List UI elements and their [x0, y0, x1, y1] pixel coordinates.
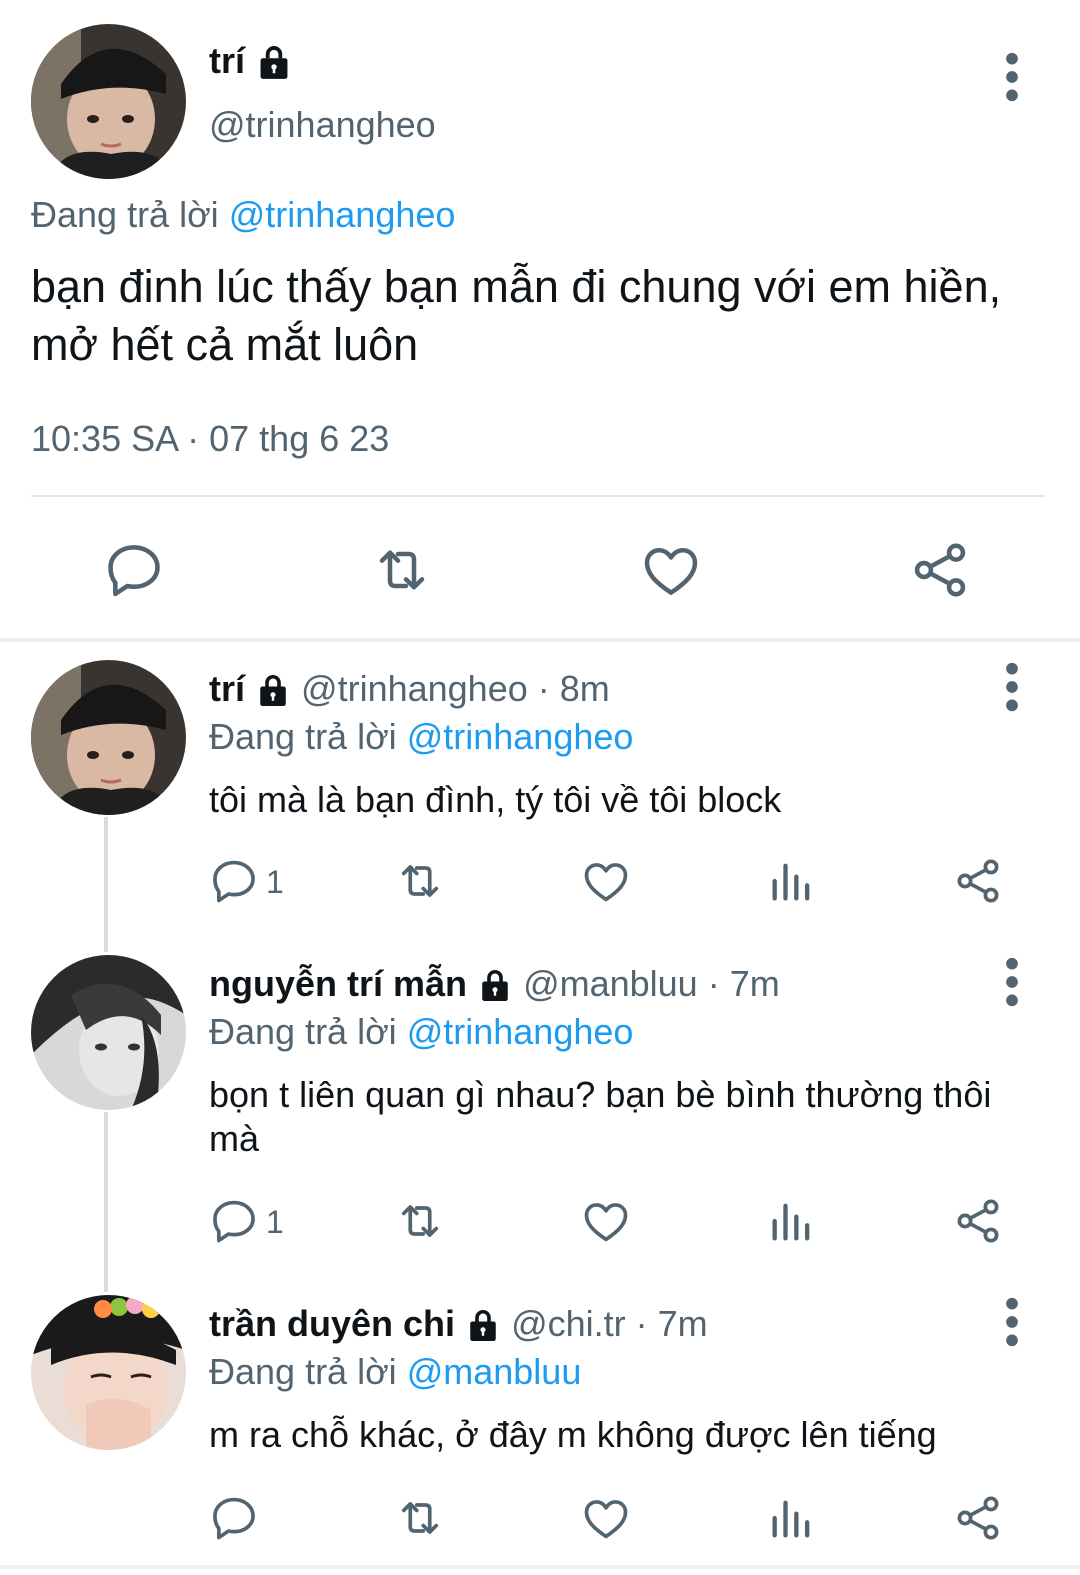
share-icon[interactable]	[908, 538, 972, 602]
lock-icon	[477, 968, 513, 1004]
more-options-icon[interactable]	[992, 52, 1032, 102]
avatar[interactable]	[31, 660, 186, 815]
replying-to: Đang trả lời @trinhangheo	[31, 194, 455, 236]
avatar[interactable]	[31, 24, 186, 179]
avatar[interactable]	[31, 1295, 186, 1450]
more-options-icon[interactable]	[992, 662, 1032, 712]
section-divider	[0, 1565, 1080, 1569]
reply-header: trí @trinhangheo · 8m	[209, 668, 610, 710]
reply-header: nguyễn trí mẫn @manbluu · 7m	[209, 963, 780, 1005]
like-icon[interactable]	[580, 855, 632, 907]
reply-header: trần duyên chi @chi.tr · 7m	[209, 1303, 708, 1345]
views-icon[interactable]	[766, 1195, 818, 1247]
avatar-photo	[31, 955, 186, 1110]
replying-label: Đang trả lời	[209, 1011, 397, 1052]
avatar[interactable]	[31, 955, 186, 1110]
reply-text: bọn t liên quan gì nhau? bạn bè bình thư…	[209, 1074, 992, 1159]
reply-count: 1	[266, 1204, 284, 1240]
thread-line	[104, 1112, 108, 1292]
avatar-photo	[31, 1295, 186, 1450]
share-icon[interactable]	[952, 1195, 1004, 1247]
reply-icon[interactable]	[208, 855, 260, 907]
views-icon[interactable]	[766, 1492, 818, 1544]
username-time[interactable]: @chi.tr · 7m	[511, 1303, 708, 1344]
reply-count: 1	[266, 864, 284, 900]
username-time[interactable]: @trinhangheo · 8m	[301, 668, 610, 709]
replying-label: Đang trả lời	[31, 194, 219, 235]
like-icon[interactable]	[580, 1195, 632, 1247]
tweet-timestamp[interactable]: 10:35 SA · 07 thg 6 23	[31, 418, 389, 460]
replying-to: Đang trả lời @manbluu	[209, 1351, 581, 1393]
replying-to-link[interactable]: @trinhangheo	[407, 1011, 634, 1052]
reply-text: m ra chỗ khác, ở đây m không được lên ti…	[209, 1414, 937, 1455]
avatar-photo	[31, 660, 186, 815]
retweet-icon[interactable]	[394, 855, 446, 907]
more-options-icon[interactable]	[992, 1297, 1032, 1347]
display-name-text: trí	[209, 40, 245, 81]
views-icon[interactable]	[766, 855, 818, 907]
tweet-text: bạn đinh lúc thấy bạn mẫn đi chung với e…	[31, 261, 1002, 370]
divider	[31, 495, 1045, 497]
replying-to-link[interactable]: @trinhangheo	[229, 194, 456, 235]
retweet-icon[interactable]	[370, 538, 434, 602]
display-name[interactable]: trí	[209, 668, 245, 709]
share-icon[interactable]	[952, 855, 1004, 907]
like-icon[interactable]	[580, 1492, 632, 1544]
avatar-photo	[31, 24, 186, 179]
reply-icon[interactable]	[102, 538, 166, 602]
reply-text: tôi mà là bạn đình, tý tôi về tôi block	[209, 779, 782, 820]
retweet-icon[interactable]	[394, 1492, 446, 1544]
retweet-icon[interactable]	[394, 1195, 446, 1247]
username-time[interactable]: @manbluu · 7m	[523, 963, 780, 1004]
display-name[interactable]: nguyễn trí mẫn	[209, 963, 467, 1004]
reply-icon[interactable]	[208, 1492, 260, 1544]
replying-label: Đang trả lời	[209, 1351, 397, 1392]
section-divider	[0, 638, 1080, 642]
lock-icon	[255, 44, 293, 82]
share-icon[interactable]	[952, 1492, 1004, 1544]
replying-to: Đang trả lời @trinhangheo	[209, 716, 633, 758]
reply-icon[interactable]	[208, 1195, 260, 1247]
replying-to-link[interactable]: @trinhangheo	[407, 716, 634, 757]
like-icon[interactable]	[639, 538, 703, 602]
lock-icon	[255, 673, 291, 709]
display-name[interactable]: trí	[209, 40, 293, 82]
replying-to: Đang trả lời @trinhangheo	[209, 1011, 633, 1053]
display-name[interactable]: trần duyên chi	[209, 1303, 455, 1344]
thread-line	[104, 817, 108, 952]
username[interactable]: @trinhangheo	[209, 104, 436, 146]
replying-to-link[interactable]: @manbluu	[407, 1351, 582, 1392]
lock-icon	[465, 1308, 501, 1344]
more-options-icon[interactable]	[992, 957, 1032, 1007]
replying-label: Đang trả lời	[209, 716, 397, 757]
